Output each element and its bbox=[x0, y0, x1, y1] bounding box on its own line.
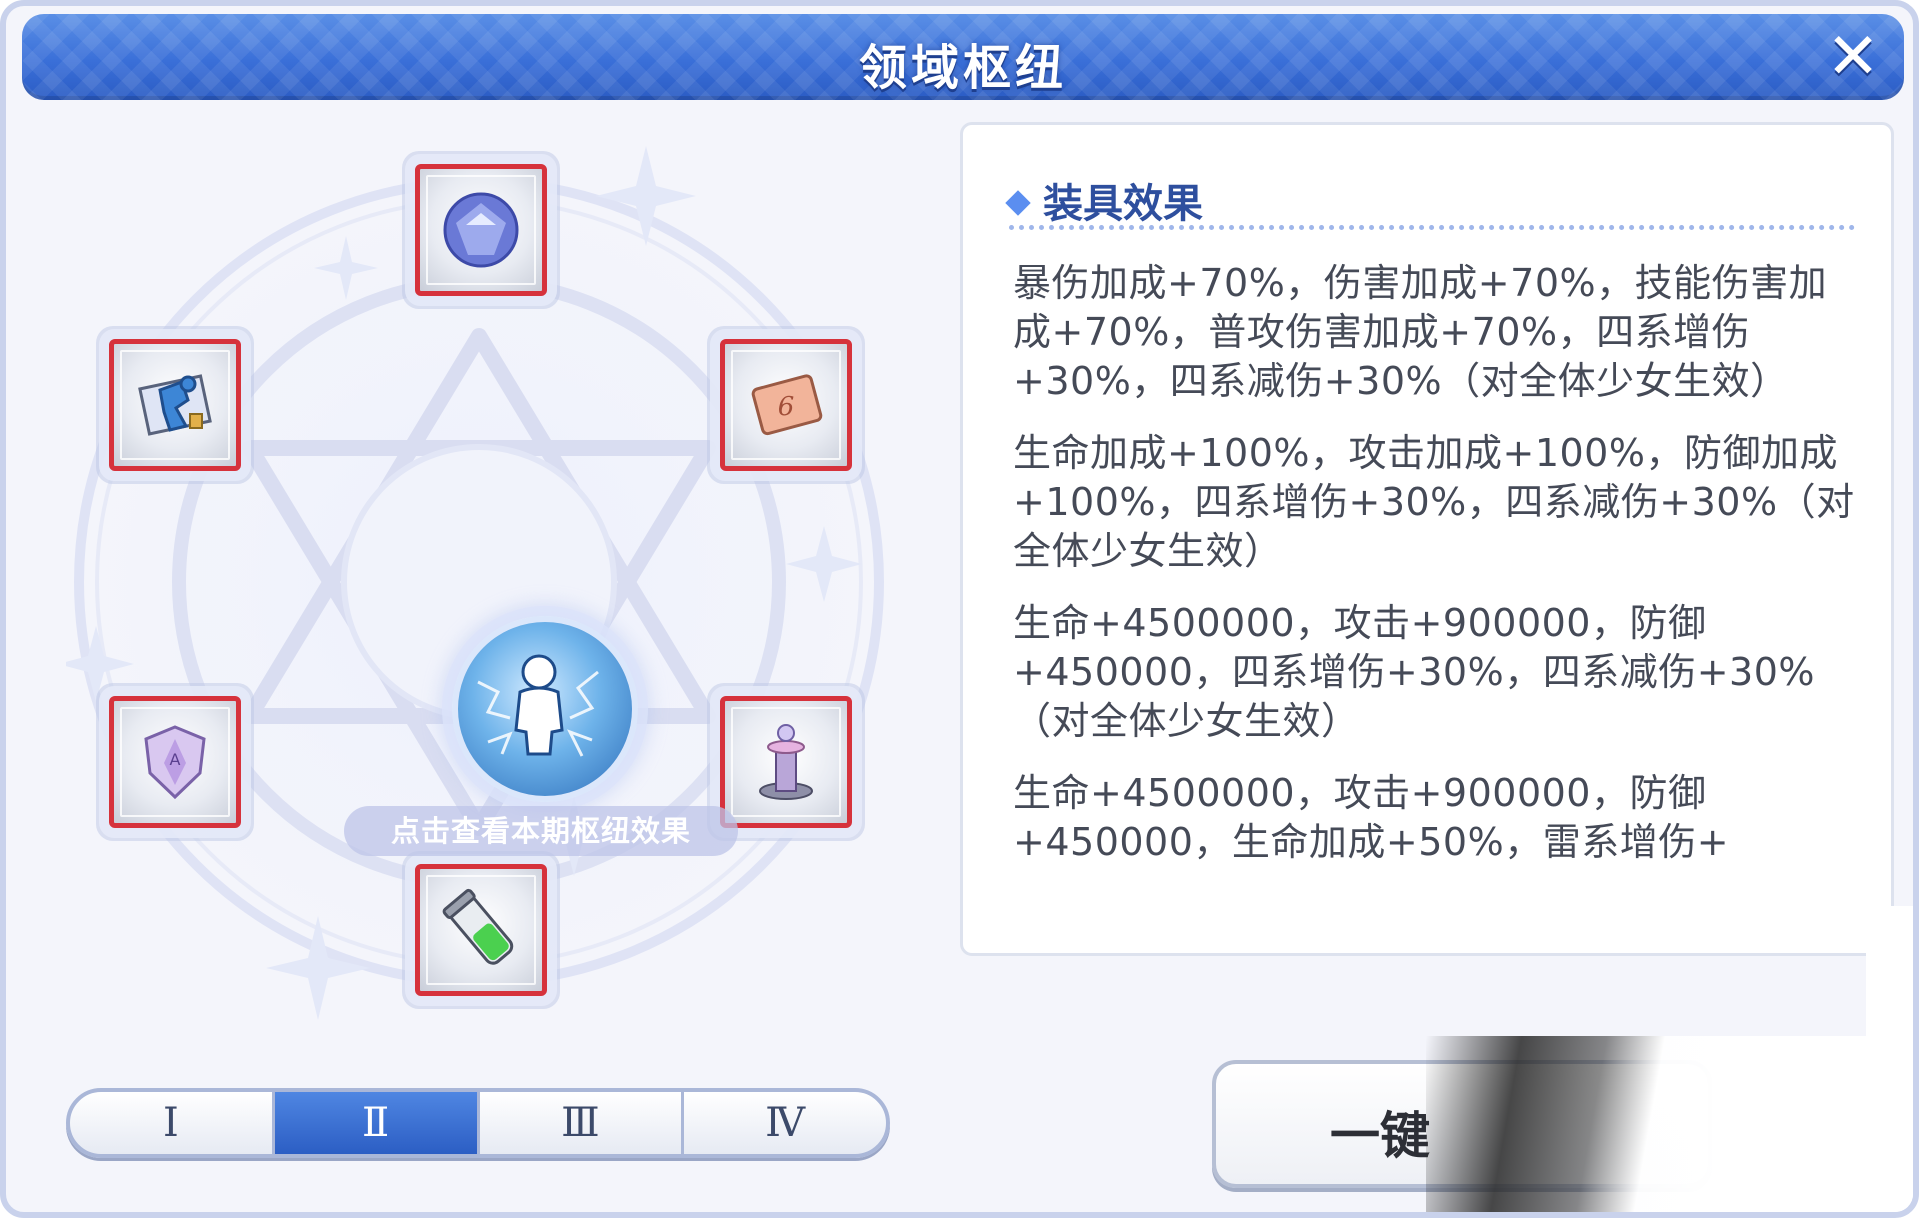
blue-key-scroll-icon bbox=[138, 374, 212, 436]
crystal-orb-icon bbox=[443, 192, 519, 268]
tower-icon bbox=[759, 724, 813, 800]
tab-3[interactable]: Ⅲ bbox=[480, 1092, 685, 1154]
diamond-icon bbox=[1005, 190, 1031, 216]
effect-item: 生命+4500000，攻击+900000，防御+450000，四系增伤+30%，… bbox=[1013, 601, 1816, 743]
hub-panel: 领域枢纽 ✕ 6 A 点击查看本期枢纽效果 Ⅰ Ⅱ Ⅲ Ⅳ 装具效果 暴伤加成+… bbox=[0, 0, 1919, 1218]
close-icon: ✕ bbox=[1826, 20, 1880, 94]
svg-text:A: A bbox=[170, 750, 181, 769]
effect-item: 暴伤加成+70%，伤害加成+70%，技能伤害加成+70%，普攻伤害加成+70%，… bbox=[1013, 261, 1828, 403]
slot-lower-right[interactable] bbox=[720, 696, 852, 828]
hub-effect-caption[interactable]: 点击查看本期枢纽效果 bbox=[344, 806, 738, 856]
stage-tabs: Ⅰ Ⅱ Ⅲ Ⅳ bbox=[66, 1088, 890, 1158]
effect-item: 生命加成+100%，攻击加成+100%，防御加成+100%，四系增伤+30%，四… bbox=[1013, 431, 1855, 573]
slot-upper-left[interactable] bbox=[109, 339, 241, 471]
hub-center-orb[interactable] bbox=[452, 616, 638, 802]
slot-lower-left[interactable]: A bbox=[109, 696, 241, 828]
title-bar: 领域枢纽 ✕ bbox=[22, 14, 1904, 100]
hub-diagram: 6 A 点击查看本期枢纽效果 bbox=[66, 126, 896, 1026]
effects-list: 暴伤加成+70%，伤害加成+70%，技能伤害加成+70%，普攻伤害加成+70%，… bbox=[1013, 259, 1859, 890]
one-key-label: 一键 bbox=[1330, 1107, 1430, 1165]
overlay-smudge bbox=[1426, 1036, 1913, 1212]
equip-effects-panel[interactable]: 装具效果 暴伤加成+70%，伤害加成+70%，技能伤害加成+70%，普攻伤害加成… bbox=[960, 122, 1894, 956]
overlay-fade bbox=[1866, 906, 1913, 1212]
svg-text:6: 6 bbox=[778, 392, 795, 422]
tab-4[interactable]: Ⅳ bbox=[684, 1092, 886, 1154]
close-button[interactable]: ✕ bbox=[1822, 25, 1884, 89]
slot-bottom[interactable] bbox=[415, 864, 547, 996]
crystal-shield-icon: A bbox=[144, 725, 206, 800]
effects-heading: 装具效果 bbox=[1005, 171, 1203, 229]
effects-heading-text: 装具效果 bbox=[1043, 181, 1203, 227]
green-vial-icon bbox=[442, 888, 514, 965]
window-title: 领域枢纽 bbox=[858, 40, 1067, 96]
electric-figure-orb-icon bbox=[477, 654, 599, 757]
slot-top[interactable] bbox=[415, 164, 547, 296]
slot-upper-right[interactable]: 6 bbox=[720, 339, 852, 471]
tab-2[interactable]: Ⅱ bbox=[274, 1092, 480, 1154]
tab-1[interactable]: Ⅰ bbox=[70, 1092, 275, 1154]
card-six-icon: 6 bbox=[751, 374, 823, 436]
dotted-divider bbox=[1009, 225, 1855, 230]
effect-item: 生命+4500000，攻击+900000，防御+450000，生命加成+50%，… bbox=[1013, 771, 1730, 864]
